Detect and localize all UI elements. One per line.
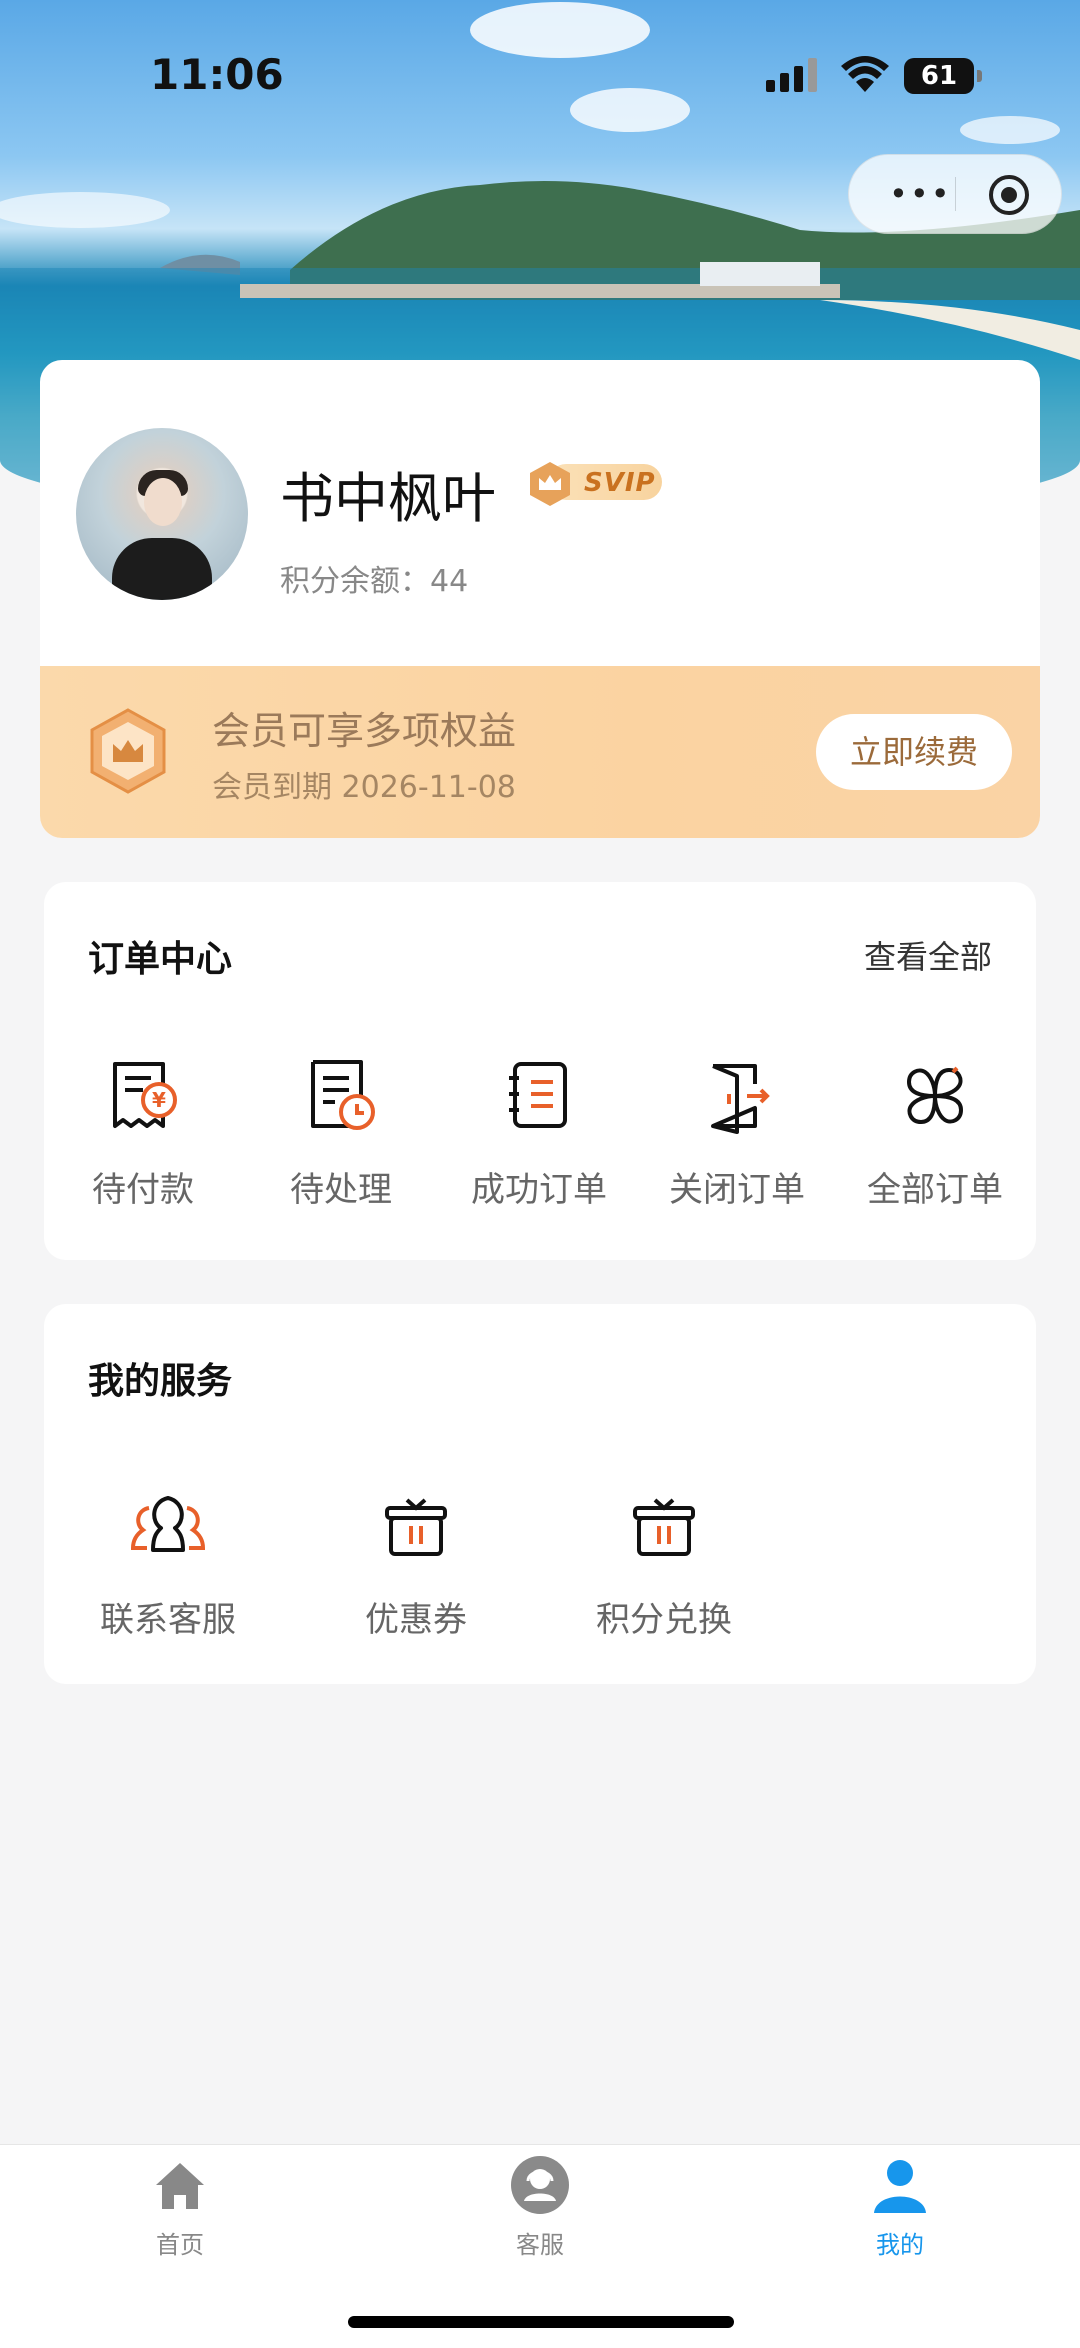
all-orders-icon — [906, 1066, 964, 1125]
my-services-title: 我的服务 — [88, 1361, 233, 1402]
service-label: 积分兑换 — [596, 1600, 732, 1640]
crown-icon — [530, 462, 570, 506]
tab-label: 首页 — [156, 2231, 204, 2259]
avatar[interactable] — [76, 428, 248, 600]
pending-process-icon — [311, 1060, 375, 1130]
service-points-exchange[interactable]: 积分兑换 — [540, 1484, 788, 1641]
more-dots-icon[interactable]: ••• — [889, 178, 952, 210]
coupon-gift-icon — [385, 1498, 447, 1556]
success-order-icon — [509, 1062, 567, 1128]
target-icon[interactable] — [989, 175, 1029, 215]
my-services-card: 我的服务 联系客服 优惠券 积分兑换 — [44, 1304, 1036, 1684]
order-tab-all[interactable]: 全部订单 — [836, 1056, 1034, 1211]
order-tab-label: 全部订单 — [867, 1170, 1003, 1210]
home-icon — [156, 2163, 204, 2209]
home-indicator[interactable] — [348, 2316, 734, 2328]
customer-service-icon — [130, 1496, 206, 1552]
closed-order-icon — [711, 1064, 770, 1134]
service-coupons[interactable]: 优惠券 — [292, 1484, 540, 1641]
order-tab-label: 待处理 — [290, 1170, 392, 1210]
points-exchange-gift-icon — [633, 1498, 695, 1556]
wifi-icon — [841, 56, 889, 92]
points-balance: 积分余额：44 — [280, 564, 469, 599]
tab-home[interactable]: 首页 — [80, 2155, 280, 2260]
membership-banner[interactable]: 会员可享多项权益 会员到期 2026-11-08 立即续费 — [40, 666, 1040, 838]
battery-indicator: 61 — [904, 58, 982, 94]
profile-card: 书中枫叶 SVIP 积分余额：44 会员可享多项权益 会员到期 2026-11-… — [40, 360, 1040, 838]
order-tab-pending-process[interactable]: 待处理 — [242, 1056, 440, 1211]
user-icon — [874, 2160, 926, 2213]
status-bar: 11:06 61 — [0, 0, 1080, 150]
service-label: 优惠券 — [365, 1600, 467, 1640]
cellular-signal-icon — [766, 58, 817, 92]
order-tab-label: 待付款 — [92, 1170, 194, 1210]
tab-mine[interactable]: 我的 — [800, 2155, 1000, 2260]
service-label: 联系客服 — [100, 1600, 236, 1640]
order-tab-pending-payment[interactable]: ¥ 待付款 — [44, 1056, 242, 1211]
order-tab-label: 成功订单 — [471, 1170, 607, 1210]
svip-label: SVIP — [584, 468, 656, 498]
miniprogram-capsule[interactable]: ••• — [848, 154, 1062, 234]
pending-payment-icon: ¥ — [113, 1062, 177, 1128]
view-all-orders-link[interactable]: 查看全部 — [864, 932, 992, 978]
renew-button[interactable]: 立即续费 — [816, 714, 1012, 790]
username: 书中枫叶 — [280, 467, 496, 530]
svg-text:¥: ¥ — [152, 1088, 166, 1112]
member-crown-icon — [90, 708, 166, 794]
status-time: 11:06 — [150, 50, 284, 99]
order-tab-label: 关闭订单 — [669, 1170, 805, 1210]
membership-expiry: 会员到期 2026-11-08 — [212, 770, 516, 805]
membership-title: 会员可享多项权益 — [212, 709, 517, 753]
order-center-title: 订单中心 — [88, 939, 233, 980]
order-center-card: 订单中心 查看全部 ¥ 待付款 待处理 成功订单 关闭订单 全部订单 — [44, 882, 1036, 1260]
support-icon — [511, 2156, 569, 2214]
capsule-divider — [955, 177, 956, 211]
order-tab-success[interactable]: 成功订单 — [440, 1056, 638, 1211]
tab-support[interactable]: 客服 — [440, 2155, 640, 2260]
svip-badge: SVIP — [524, 458, 664, 506]
tab-label: 我的 — [876, 2231, 924, 2259]
tab-label: 客服 — [516, 2231, 564, 2259]
service-contact-support[interactable]: 联系客服 — [44, 1484, 292, 1641]
order-tab-closed[interactable]: 关闭订单 — [638, 1056, 836, 1211]
